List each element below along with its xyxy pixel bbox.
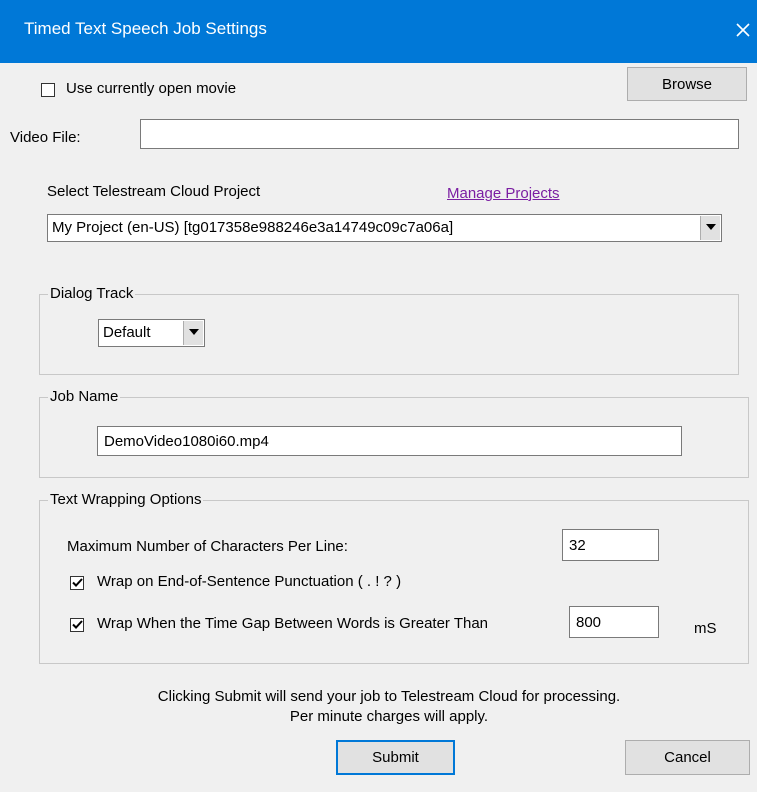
chevron-down-icon[interactable] bbox=[183, 321, 203, 345]
wrap-gap-label: Wrap When the Time Gap Between Words is … bbox=[97, 615, 489, 632]
cancel-button[interactable]: Cancel bbox=[625, 740, 750, 775]
wrap-punct-label: Wrap on End-of-Sentence Punctuation ( . … bbox=[97, 573, 402, 590]
dialog-track-value: Default bbox=[103, 324, 151, 341]
wrap-gap-checkbox[interactable] bbox=[70, 618, 84, 632]
dialog-body: Use currently open movie Browse Video Fi… bbox=[9, 63, 757, 792]
dialog-track-legend: Dialog Track bbox=[48, 285, 136, 302]
wrap-punct-checkbox[interactable] bbox=[70, 576, 84, 590]
notice-line-1: Clicking Submit will send your job to Te… bbox=[157, 688, 621, 705]
text-wrapping-group: Text Wrapping Options Maximum Number of … bbox=[39, 491, 749, 664]
project-select[interactable]: My Project (en-US) [tg017358e988246e3a14… bbox=[47, 214, 722, 242]
manage-projects-link[interactable]: Manage Projects bbox=[447, 185, 560, 202]
gap-input[interactable] bbox=[569, 606, 659, 638]
checkmark-icon bbox=[72, 578, 83, 587]
project-label: Select Telestream Cloud Project bbox=[47, 183, 261, 200]
job-name-group: Job Name bbox=[39, 388, 749, 478]
text-wrapping-legend: Text Wrapping Options bbox=[48, 491, 204, 508]
dialog-track-select[interactable]: Default bbox=[98, 319, 205, 347]
close-icon[interactable] bbox=[729, 16, 757, 44]
dialog-track-group: Dialog Track Default bbox=[39, 285, 739, 375]
project-select-value: My Project (en-US) [tg017358e988246e3a14… bbox=[52, 219, 454, 236]
job-name-input[interactable] bbox=[97, 426, 682, 456]
use-open-movie-label: Use currently open movie bbox=[66, 80, 237, 97]
max-chars-label: Maximum Number of Characters Per Line: bbox=[67, 538, 348, 555]
title-bar: Timed Text Speech Job Settings bbox=[0, 0, 757, 63]
window-title: Timed Text Speech Job Settings bbox=[24, 19, 267, 38]
max-chars-input[interactable] bbox=[562, 529, 659, 561]
job-name-legend: Job Name bbox=[48, 388, 121, 405]
video-file-input[interactable] bbox=[140, 119, 739, 149]
chevron-down-icon[interactable] bbox=[700, 216, 720, 240]
submit-button[interactable]: Submit bbox=[336, 740, 455, 775]
video-file-label: Video File: bbox=[10, 129, 81, 146]
gap-unit-label: mS bbox=[694, 620, 717, 637]
notice-line-2: Per minute charges will apply. bbox=[289, 708, 489, 725]
use-open-movie-checkbox[interactable] bbox=[41, 83, 55, 97]
browse-button[interactable]: Browse bbox=[627, 67, 747, 101]
checkmark-icon bbox=[72, 620, 83, 629]
